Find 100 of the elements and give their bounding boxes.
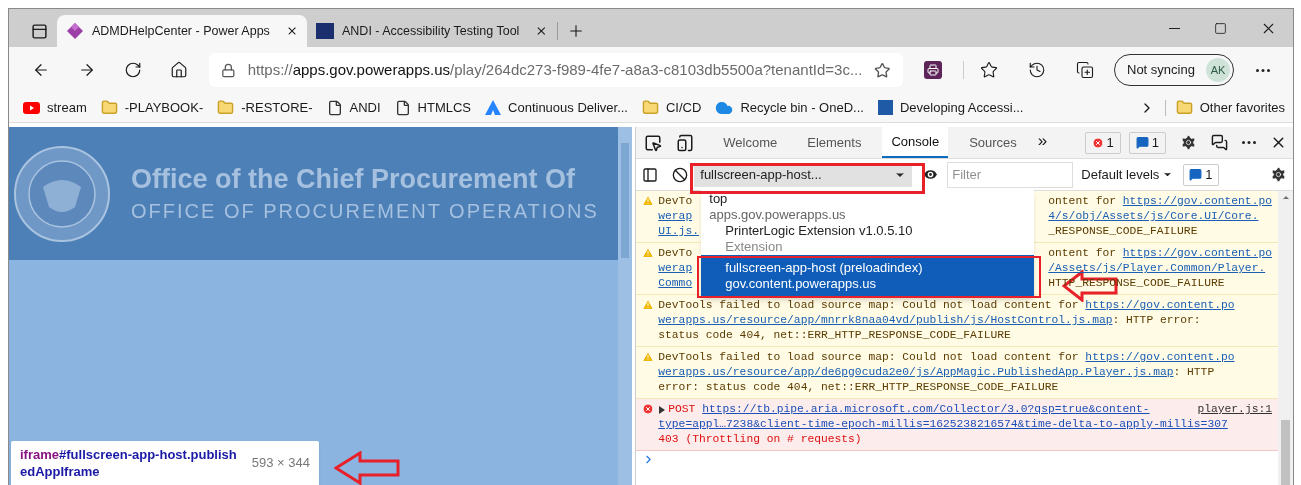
seal-icon <box>13 144 111 243</box>
page-subtitle: OFFICE OF PROCUREMENT OPERATIONS <box>131 198 599 224</box>
expand-icon[interactable] <box>658 406 667 414</box>
lock-icon <box>221 62 236 78</box>
bookmark-label: -RESTORE- <box>241 98 313 117</box>
folder-icon <box>217 99 235 116</box>
message-text: POST <box>668 403 697 415</box>
minimize-icon <box>1168 27 1180 29</box>
message-icon <box>1135 136 1149 149</box>
add-favorite-icon[interactable] <box>874 61 891 79</box>
message-link[interactable]: https://tb.pipe.aria.microsoft.com/Collector/3.0?qsp=true&content- <box>702 403 1150 415</box>
error-count-badge[interactable]: 1 <box>1084 131 1121 154</box>
address-bar[interactable]: https://apps.gov.powerapps.us/play/264dc273-f989-4fe7-a8a3-c8103db5500a?tenantId=3c... <box>209 53 903 87</box>
play-logo-icon <box>23 101 40 114</box>
more-tabs-button[interactable]: » <box>1037 128 1048 154</box>
folder-icon <box>1175 99 1193 116</box>
more-icon[interactable] <box>1242 141 1256 144</box>
plus-icon <box>567 22 585 40</box>
element-selector: iframe#fullscreen-app-host.publishedAppIframe <box>20 446 238 480</box>
bookmark-item[interactable]: CI/CD <box>642 97 702 118</box>
logo-icon <box>877 100 893 115</box>
feedback-icon[interactable] <box>1211 134 1228 151</box>
message-link[interactable]: https://gov.content.po <box>1122 247 1272 259</box>
message-link[interactable]: werapps.us/resource/app/de6pg0cuda2e0/js/AppMagic.PublishedApp.Player.js.map <box>658 366 1174 378</box>
context-option[interactable]: PrinterLogic Extension v1.0.5.10 Extension <box>701 223 1035 255</box>
message-link[interactable]: https://gov.content.po <box>1085 351 1235 363</box>
console-settings-icon[interactable] <box>1270 166 1287 183</box>
message-link[interactable]: https://gov.content.po <box>1085 299 1235 311</box>
message-text: 403 (Throttling on # requests) <box>658 433 862 445</box>
context-option[interactable]: fullscreen-app-host (preloadindex) gov.content.powerapps.us <box>701 255 1035 297</box>
devtools-tab[interactable]: Welcome <box>714 127 787 158</box>
source-link[interactable]: player.js:1 <box>1197 402 1272 417</box>
warning-icon <box>642 351 655 363</box>
message-text: status code 404, net::ERR_HTTP_RESPONSE_CODE_FAILURE <box>658 329 1011 341</box>
sidebar-icon[interactable] <box>642 166 659 183</box>
warning-icon <box>642 247 655 259</box>
element-size: 593 × 344 <box>251 454 310 473</box>
tab-title: ADMDHelpCenter - Power Apps <box>92 22 270 40</box>
scrollbar-thumb[interactable] <box>1281 420 1290 485</box>
bookmark-label: stream <box>47 98 87 117</box>
bookmark-label: Recycle bin - OneD... <box>740 98 864 117</box>
bookmark-item[interactable]: -RESTORE- <box>217 97 313 118</box>
warning-icon <box>642 299 655 311</box>
message-count-badge[interactable]: 1 <box>1128 131 1166 154</box>
message-text: _RESPONSE_CODE_FAILURE <box>1048 225 1198 237</box>
message-link[interactable]: werapps.us/resource/app/mnrrk8naa04vd/publish/js/HostControl.js.map <box>658 314 1113 326</box>
clear-icon[interactable] <box>672 166 689 183</box>
message-link[interactable]: Commo <box>658 277 693 289</box>
extension-icon[interactable] <box>924 61 942 79</box>
bookmark-item[interactable]: Recycle bin - OneD... <box>715 97 864 118</box>
bookmark-item[interactable]: stream <box>23 97 87 118</box>
message-link[interactable]: UI.js. <box>658 225 699 237</box>
tab-actions-icon <box>30 22 48 40</box>
tab-title: ANDI - Accessibility Testing Tool <box>342 22 520 40</box>
bookmark-label: Developing Accessi... <box>899 98 1024 117</box>
message-link[interactable]: /Assets/js/Player.Common/Player. <box>1048 262 1266 274</box>
bookmark-item[interactable]: Developing Accessi... <box>877 97 1024 118</box>
message-text: DevTools failed to load source map: Could not load content for <box>658 299 1080 311</box>
issues-badge[interactable]: 1 <box>1183 163 1219 186</box>
option-label: fullscreen-app-host (preloadindex) <box>725 260 924 276</box>
page-icon <box>394 99 411 116</box>
device-icon[interactable] <box>676 133 695 152</box>
bookmark-item[interactable]: HTMLCS <box>394 97 472 118</box>
message-link[interactable]: werap <box>658 262 693 274</box>
message-link[interactable]: werap <box>658 210 693 222</box>
message-link[interactable]: https://gov.content.po <box>1122 195 1272 207</box>
bookmark-item[interactable]: Continuous Deliver... <box>485 97 628 118</box>
browser-tab[interactable]: ADMDHelpCenter - Power Apps <box>57 15 307 47</box>
option-label: top <box>709 191 729 207</box>
message-text: error: status code 404, net::ERR_HTTP_RESPONSE_CODE_FAILURE <box>658 381 1059 393</box>
refresh-icon <box>124 61 142 79</box>
more-icon <box>1256 68 1270 72</box>
settings-icon[interactable] <box>1180 134 1197 151</box>
history-icon <box>1028 61 1046 79</box>
bookmark-item[interactable]: -PLAYBOOK- <box>100 97 204 118</box>
maximize-icon <box>1213 21 1227 35</box>
scrollbar-thumb[interactable] <box>621 143 630 258</box>
avatar: AK <box>1206 58 1230 82</box>
browser-tab[interactable]: ANDI - Accessibility Testing Tool <box>307 15 557 47</box>
message-link[interactable]: type=appl…7238&client-time-epoch-millis=1625238216574&time-delta-to-apply-millis=307 <box>658 418 1228 430</box>
folder-icon <box>100 99 118 116</box>
devtools-tab[interactable]: Elements <box>798 127 871 158</box>
message-text: : HTTP error: <box>1112 314 1201 326</box>
message-text: ontent for <box>1048 247 1118 259</box>
error-icon <box>642 403 655 415</box>
levels-dropdown[interactable]: Default levels <box>1081 164 1174 185</box>
inspect-icon[interactable] <box>644 133 663 152</box>
context-option[interactable]: top <box>701 191 1035 207</box>
option-detail: Extension <box>725 239 784 255</box>
filter-field[interactable]: Filter <box>947 161 1074 188</box>
triangle-logo-icon <box>485 100 502 115</box>
page-title: Office of the Chief Procurement Of <box>131 162 577 196</box>
devtools-tab[interactable]: Console <box>882 127 949 158</box>
devtools-tab[interactable]: Sources <box>960 127 1026 158</box>
bookmark-item[interactable]: ANDI <box>326 97 381 118</box>
message-link[interactable]: 4/s/obj/Assets/js/Core.UI/Core. <box>1048 210 1259 222</box>
error-icon <box>1091 136 1104 149</box>
close-icon <box>535 24 548 38</box>
url-text: https://apps.gov.powerapps.us/play/264dc273-f989-4fe7-a8a3-c8103db5500a?tenantId=3c... <box>247 59 863 80</box>
bookmark-item[interactable]: Other favorites <box>1175 97 1285 118</box>
